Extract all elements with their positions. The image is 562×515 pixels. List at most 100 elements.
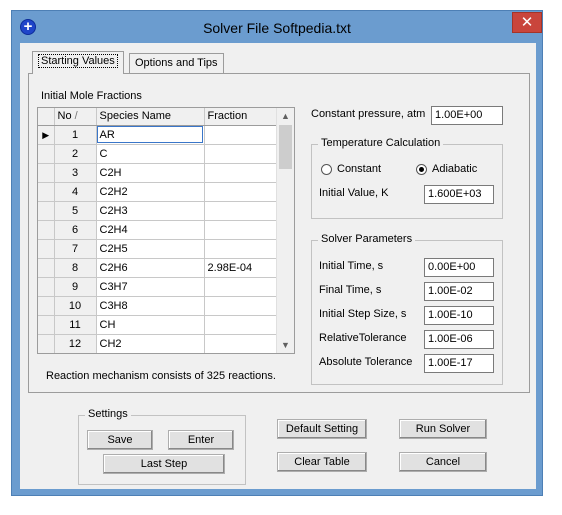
- current-row-arrow-icon: ▶: [42, 129, 50, 140]
- row-indicator[interactable]: [38, 334, 55, 353]
- species-name-cell[interactable]: C3H7: [96, 277, 205, 297]
- fraction-cell[interactable]: [204, 125, 277, 145]
- solver-param-field[interactable]: 0.00E+00: [424, 258, 494, 277]
- species-name-cell[interactable]: CH: [96, 315, 205, 335]
- run-solver-button[interactable]: Run Solver: [399, 419, 487, 439]
- default-setting-button[interactable]: Default Setting: [277, 419, 367, 439]
- fraction-cell[interactable]: [204, 144, 277, 164]
- solver-param-field[interactable]: 1.00E-10: [424, 306, 494, 325]
- solver-param-field[interactable]: 1.00E-17: [424, 354, 494, 373]
- title-bar[interactable]: + Solver File Softpedia.txt ✕: [12, 11, 542, 43]
- fraction-cell[interactable]: [204, 182, 277, 202]
- row-indicator[interactable]: [38, 144, 55, 164]
- starting-values-panel: Initial Mole Fractions No / Species Name…: [28, 73, 530, 393]
- grid-corner: [38, 108, 55, 126]
- last-step-button[interactable]: Last Step: [103, 454, 225, 474]
- close-button[interactable]: ✕: [512, 12, 542, 33]
- solver-param-field[interactable]: 1.00E-06: [424, 330, 494, 349]
- row-number: 7: [54, 239, 97, 259]
- fraction-cell[interactable]: [204, 277, 277, 297]
- row-indicator[interactable]: [38, 182, 55, 202]
- species-name-cell[interactable]: AR: [96, 125, 205, 145]
- row-indicator[interactable]: [38, 163, 55, 183]
- fraction-cell[interactable]: [204, 220, 277, 240]
- row-number: 8: [54, 258, 97, 278]
- clear-table-button[interactable]: Clear Table: [277, 452, 367, 472]
- species-name-cell[interactable]: C2H2: [96, 182, 205, 202]
- table-row[interactable]: 11 CH: [38, 315, 277, 335]
- initial-temperature-label: Initial Value, K: [319, 187, 389, 199]
- initial-temperature-field[interactable]: 1.600E+03: [424, 185, 494, 204]
- row-indicator[interactable]: [38, 315, 55, 335]
- table-row[interactable]: 3 C2H: [38, 163, 277, 183]
- table-row[interactable]: ▶ 1 AR: [38, 125, 277, 145]
- save-button[interactable]: Save: [87, 430, 153, 450]
- grid-header-row: No / Species Name Fraction: [38, 108, 277, 126]
- temperature-group: Temperature Calculation Constant Adiabat…: [311, 137, 503, 219]
- column-header-fraction[interactable]: Fraction: [204, 108, 277, 126]
- grid-scrollbar[interactable]: ▲ ▼: [276, 108, 294, 353]
- row-indicator[interactable]: [38, 239, 55, 259]
- column-header-no[interactable]: No /: [54, 108, 97, 126]
- constant-pressure-field[interactable]: 1.00E+00: [431, 106, 503, 125]
- row-indicator[interactable]: [38, 220, 55, 240]
- constant-pressure-label: Constant pressure, atm: [311, 108, 426, 120]
- table-row[interactable]: 5 C2H3: [38, 201, 277, 221]
- species-name-cell[interactable]: C2H4: [96, 220, 205, 240]
- row-indicator[interactable]: ▶: [38, 125, 55, 145]
- solver-param-label: Initial Step Size, s: [319, 308, 407, 320]
- solver-param-label: Final Time, s: [319, 284, 382, 296]
- fraction-cell[interactable]: [204, 201, 277, 221]
- species-name-cell[interactable]: C2H5: [96, 239, 205, 259]
- fraction-cell[interactable]: [204, 315, 277, 335]
- table-row[interactable]: 8 C2H6 2.98E-04: [38, 258, 277, 278]
- row-indicator[interactable]: [38, 296, 55, 316]
- enter-button[interactable]: Enter: [168, 430, 234, 450]
- table-row[interactable]: 9 C3H7: [38, 277, 277, 297]
- adiabatic-radio-label: Adiabatic: [432, 163, 478, 175]
- row-indicator[interactable]: [38, 201, 55, 221]
- table-row[interactable]: 2C: [38, 144, 277, 164]
- row-indicator[interactable]: [38, 258, 55, 278]
- solver-param-field[interactable]: 1.00E-02: [424, 282, 494, 301]
- row-number: 5: [54, 201, 97, 221]
- table-row[interactable]: 6 C2H4: [38, 220, 277, 240]
- adiabatic-radio[interactable]: [416, 164, 427, 175]
- tab-options-label: Options and Tips: [135, 57, 218, 69]
- fraction-cell[interactable]: [204, 163, 277, 183]
- row-indicator[interactable]: [38, 277, 55, 297]
- row-number: 3: [54, 163, 97, 183]
- fraction-cell[interactable]: [204, 296, 277, 316]
- solver-param-label: Initial Time, s: [319, 260, 384, 272]
- fraction-cell[interactable]: [204, 239, 277, 259]
- cancel-button[interactable]: Cancel: [399, 452, 487, 472]
- species-name-cell[interactable]: C: [96, 144, 205, 164]
- species-name-cell[interactable]: CH2: [96, 334, 205, 353]
- scroll-down-icon[interactable]: ▼: [281, 340, 290, 350]
- mole-fraction-grid[interactable]: No / Species Name Fraction ▶ 1 AR 2 C 3 C2H 4 C2…: [37, 107, 295, 354]
- species-name-cell[interactable]: C3H8: [96, 296, 205, 316]
- table-row[interactable]: 7 C2H5: [38, 239, 277, 259]
- constant-radio[interactable]: [321, 164, 332, 175]
- solver-window: + Solver File Softpedia.txt ✕ Starting V…: [11, 10, 543, 496]
- fraction-cell[interactable]: [204, 334, 277, 353]
- row-number: 1: [54, 125, 97, 145]
- scroll-up-icon[interactable]: ▲: [281, 111, 290, 121]
- scroll-thumb[interactable]: [279, 125, 292, 169]
- mechanism-info: Reaction mechanism consists of 325 react…: [46, 370, 276, 382]
- solver-parameters-group: Solver Parameters Initial Time, s 0.00E+0…: [311, 233, 503, 385]
- table-row[interactable]: 10 C3H8: [38, 296, 277, 316]
- fraction-cell[interactable]: 2.98E-04: [204, 258, 277, 278]
- species-name-cell[interactable]: C2H3: [96, 201, 205, 221]
- constant-radio-label: Constant: [337, 163, 382, 175]
- row-number: 4: [54, 182, 97, 202]
- tab-options-and-tips[interactable]: Options and Tips: [129, 53, 224, 73]
- table-row[interactable]: 4 C2H2: [38, 182, 277, 202]
- column-header-species[interactable]: Species Name: [96, 108, 205, 126]
- client-area: Starting Values Options and Tips Initial…: [20, 43, 536, 489]
- species-name-cell[interactable]: C2H: [96, 163, 205, 183]
- species-name-cell[interactable]: C2H6: [96, 258, 205, 278]
- initial-mole-fractions-label: Initial Mole Fractions: [41, 90, 142, 102]
- table-row[interactable]: 12 CH2: [38, 334, 277, 353]
- tab-starting-values[interactable]: Starting Values: [32, 51, 124, 74]
